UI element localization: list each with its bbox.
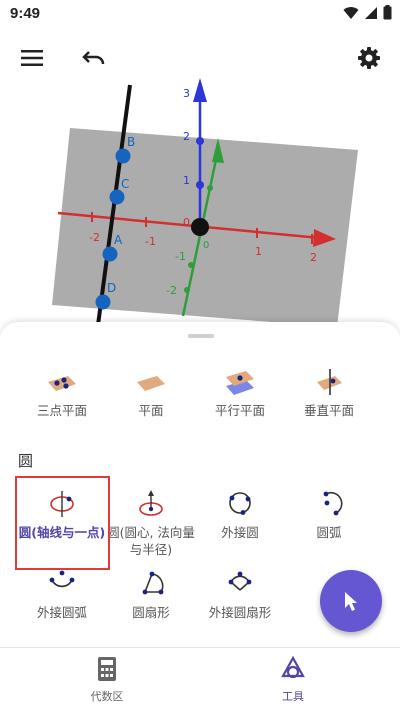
y-tick-label: -2 [166,284,177,297]
point-label: A [114,233,123,247]
menu-button[interactable] [14,40,50,76]
x-tick-label: 2 [310,251,317,264]
point-label: B [127,135,135,149]
tool-circular-arc[interactable]: 圆弧 [283,488,375,541]
top-toolbar [0,28,400,88]
tool-label: 三点平面 [36,403,87,418]
perpendicular-plane-icon [317,369,342,395]
tool-circular-sector[interactable]: 圆扇形 [105,568,197,621]
x-tick-label: 0 [183,216,190,229]
wifi-icon [343,6,359,19]
x-tick-label: -1 [145,235,156,248]
tool-label: 圆弧 [316,525,342,540]
parallel-plane-icon [226,371,254,395]
tool-parallel-plane[interactable]: 平行平面 [194,366,286,419]
point-label: C [121,177,129,191]
tool-perpendicular-plane[interactable]: 垂直平面 [283,366,375,419]
point-label: D [107,281,116,295]
nav-tools[interactable]: 工具 [233,656,353,704]
nav-label: 工具 [282,690,304,703]
section-title-circle: 圆 [18,452,34,470]
battery-icon [383,5,392,20]
tool-label: 外接圆扇形 [208,605,272,620]
panel-drag-handle[interactable] [188,334,214,338]
plane-icon [137,376,165,391]
y-tick-label: 0 [203,240,209,251]
calculator-icon [98,657,116,681]
graphics-view-3d[interactable]: -2 -1 0 1 2 -2 -1 0 1 2 3 B C A D [0,60,400,330]
tools-icon [281,656,305,679]
tool-label: 外接圆 [221,525,259,540]
z-tick-label: 1 [183,174,190,187]
circular-arc-icon [323,491,343,516]
gear-icon [358,47,380,69]
tool-plane-three-points[interactable]: 三点平面 [16,366,108,419]
tool-circumcircle[interactable]: 外接圆 [194,488,286,541]
point-c[interactable] [109,189,125,205]
tool-label: 平行平面 [214,403,265,418]
tool-circumcircular-sector[interactable]: 外接圆扇形 [194,568,286,621]
circumcircular-arc-icon [49,570,75,588]
undo-button[interactable] [76,40,112,76]
tool-label: 圆(圆心, 法向量与半径) [107,525,195,557]
circle-center-direction-radius-icon [139,490,163,516]
status-time: 9:49 [10,5,41,22]
move-tool-fab[interactable] [320,570,382,632]
x-tick-label: 1 [255,245,262,258]
undo-icon [82,51,105,65]
z-tick-label: 3 [183,87,190,100]
tool-circumcircular-arc[interactable]: 外接圆弧 [16,568,108,621]
tool-label: 外接圆弧 [36,605,87,620]
circumcircle-icon [229,492,251,515]
3d-scene: -2 -1 0 1 2 -2 -1 0 1 2 3 B C A D [52,78,358,327]
x-tick-label: -2 [89,231,100,244]
selected-tool-highlight [15,476,110,570]
cursor-arrow-icon [345,592,357,611]
point-b[interactable] [115,148,131,164]
menu-icon [21,50,43,66]
status-bar: 9:49 [0,0,400,28]
circular-sector-icon [142,571,164,595]
tool-label: 平面 [138,403,164,418]
nav-algebra[interactable]: 代数区 [47,656,167,704]
z-tick-label: 2 [183,130,190,143]
settings-button[interactable] [351,40,387,76]
point-a[interactable] [102,246,118,262]
origin-point [191,218,209,236]
status-icons [343,5,392,20]
bottom-navigation: 代数区 工具 [0,647,400,710]
plane-three-points-icon [48,376,76,391]
tool-label: 圆扇形 [132,605,170,620]
point-d[interactable] [95,294,111,310]
nav-label: 代数区 [90,690,124,703]
tool-label: 垂直平面 [303,403,354,418]
signal-icon [365,6,377,19]
y-tick-label: -1 [175,250,186,263]
tool-plane[interactable]: 平面 [105,366,197,419]
tool-circle-center-direction-radius[interactable]: 圆(圆心, 法向量与半径) [105,488,197,558]
circumcircular-sector-icon [228,571,252,591]
